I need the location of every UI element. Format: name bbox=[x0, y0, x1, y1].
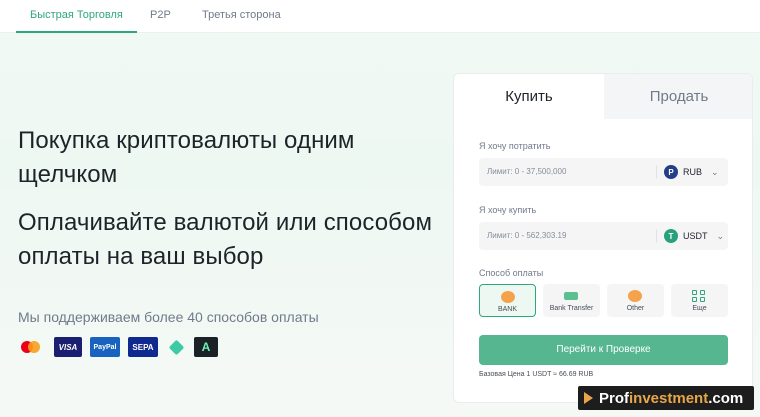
receive-currency-select[interactable]: T USDT ⌄ bbox=[664, 222, 724, 250]
coin-icon bbox=[628, 290, 642, 302]
a-logo-icon: A bbox=[194, 337, 218, 357]
play-icon bbox=[584, 392, 593, 404]
chevron-down-icon: ⌄ bbox=[716, 230, 725, 241]
payment-method-label-more: Еще bbox=[692, 305, 707, 312]
receive-input[interactable]: Лимит: 0 - 562,303.19 bbox=[487, 222, 566, 250]
grid-icon bbox=[692, 290, 706, 302]
mastercard-icon bbox=[18, 337, 46, 357]
receive-currency: USDT bbox=[683, 231, 708, 241]
sepa-icon: SEPA bbox=[128, 337, 158, 357]
tab-third-party[interactable]: Третья сторона bbox=[188, 0, 295, 33]
payment-method-bank-transfer[interactable]: Bank Transfer bbox=[543, 284, 600, 317]
payment-logos: VISA PayPal SEPA A bbox=[18, 336, 218, 358]
payment-method-label-bank-transfer: Bank Transfer bbox=[549, 305, 594, 312]
hero-title: Покупка криптовалюты одним щелчком bbox=[18, 127, 355, 188]
rub-icon: P bbox=[664, 165, 678, 179]
diamond-logo-icon bbox=[166, 337, 186, 357]
paypal-icon: PayPal bbox=[90, 337, 120, 357]
card-icon bbox=[564, 292, 578, 300]
tab-buy[interactable]: Купить bbox=[454, 74, 604, 119]
payment-method-other[interactable]: Other bbox=[607, 284, 664, 317]
field-divider bbox=[656, 165, 657, 179]
field-divider bbox=[656, 229, 657, 243]
spend-currency: RUB bbox=[683, 167, 703, 177]
bank-icon bbox=[501, 291, 515, 303]
watermark: Profinvestment.com bbox=[578, 386, 754, 410]
spend-currency-select[interactable]: P RUB ⌄ bbox=[664, 158, 719, 186]
payment-method-bank[interactable]: BANK bbox=[479, 284, 536, 317]
tab-p2p[interactable]: P2P bbox=[136, 0, 185, 33]
top-tab-bar: Быстрая Торговля P2P Третья сторона bbox=[0, 0, 760, 33]
payment-method-label-bank: BANK bbox=[497, 306, 518, 313]
chevron-down-icon: ⌄ bbox=[711, 166, 719, 177]
tab-sell[interactable]: Продать bbox=[604, 74, 752, 119]
proceed-button[interactable]: Перейти к Проверке bbox=[479, 335, 728, 365]
base-rate: Базовая Цена 1 USDT ≈ 66.69 RUB bbox=[479, 371, 594, 378]
visa-icon: VISA bbox=[54, 337, 82, 357]
payment-methods-caption: Мы поддерживаем более 40 способов оплаты bbox=[18, 309, 319, 325]
watermark-text: Profinvestment.com bbox=[599, 389, 744, 407]
payment-method-label: Способ оплаты bbox=[479, 268, 544, 278]
spend-field[interactable]: Лимит: 0 - 37,500,000 P RUB ⌄ bbox=[479, 158, 728, 186]
receive-label: Я хочу купить bbox=[479, 205, 537, 215]
payment-method-label-other: Other bbox=[626, 305, 645, 312]
tab-quick-trade[interactable]: Быстрая Торговля bbox=[16, 0, 137, 33]
hero-subheading: Оплачивайте валютой или способом оплаты … bbox=[18, 209, 433, 270]
receive-field[interactable]: Лимит: 0 - 562,303.19 T USDT ⌄ bbox=[479, 222, 728, 250]
trade-card: Купить Продать Я хочу потратить Лимит: 0… bbox=[453, 73, 753, 403]
usdt-icon: T bbox=[664, 229, 678, 243]
spend-input[interactable]: Лимит: 0 - 37,500,000 bbox=[487, 158, 566, 186]
payment-method-more[interactable]: Еще bbox=[671, 284, 728, 317]
spend-label: Я хочу потратить bbox=[479, 141, 551, 151]
